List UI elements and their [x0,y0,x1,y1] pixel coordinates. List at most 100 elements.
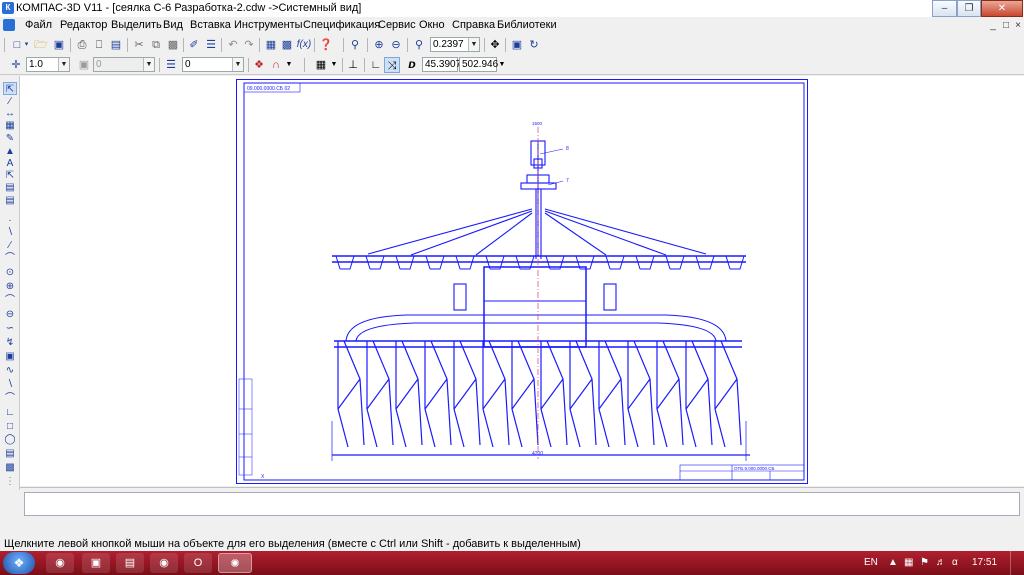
properties-icon[interactable]: ☰ [203,37,219,53]
zoom-out-icon[interactable]: ⊖ [388,37,404,53]
doc-close-button[interactable]: × [1011,19,1024,32]
document-manager-icon[interactable]: ▤ [108,37,124,53]
language-indicator[interactable]: EN [864,556,878,570]
volume-icon[interactable]: ♬ [936,556,946,570]
redo-icon[interactable]: ↷ [241,37,257,53]
report-icon[interactable]: ▤ [3,194,17,207]
refresh-icon[interactable]: ↻ [526,37,542,53]
cut-icon[interactable]: ✂ [131,37,147,53]
show-all-icon[interactable]: ▣ [509,37,525,53]
parametric-icon[interactable]: ⤨ [384,57,400,73]
fill-icon[interactable]: ▩ [3,461,17,474]
flag-icon[interactable]: ⚑ [920,556,929,570]
start-button[interactable]: ❖ [3,552,35,574]
document-icon[interactable] [3,19,15,31]
menu-window[interactable]: Окно [419,18,445,33]
doc-minimize-button[interactable]: _ [986,19,1000,32]
minimize-button[interactable]: – [932,0,957,17]
spec-icon[interactable]: ▤ [3,181,17,194]
menu-editor[interactable]: Редактор [60,18,107,33]
arc-icon[interactable]: ⌒ [3,252,17,265]
circle-icon[interactable]: ⊙ [3,266,17,279]
symbols-icon[interactable]: ▦ [3,119,17,132]
opera-icon[interactable]: O [184,553,212,573]
hatch-icon[interactable]: ▤ [3,447,17,460]
select-icon[interactable]: ⇱ [3,82,17,95]
show-desktop-button[interactable] [1010,551,1024,575]
coord-y-field[interactable]: 502.946 [459,57,498,72]
app-tray-icon[interactable]: α [952,556,958,570]
ortho-icon[interactable]: ⊥ [345,57,361,73]
open-folder-icon[interactable]: 🗁 [33,37,49,53]
edit-icon[interactable]: ✎ [3,132,17,145]
chevron-down-icon[interactable]: ▼ [232,58,243,71]
snaps-dropdown-icon[interactable]: ▼ [284,57,294,73]
menu-help[interactable]: Справка [452,18,495,33]
rectangle-icon[interactable]: ▣ [3,350,17,363]
aux-line-icon[interactable]: ∖ [3,226,17,239]
tray-expand-icon[interactable]: ▲ [888,556,898,570]
media-icon[interactable]: ◉ [150,553,178,573]
print-icon[interactable]: ⎙ [74,37,90,53]
menu-libraries[interactable]: Библиотеки [497,18,557,33]
menu-service[interactable]: Сервис [378,18,416,33]
command-line[interactable] [24,492,1020,516]
drawing-sheet[interactable]: 09.000.0000.СБ 02 1500 8 7 4200 ОТБ.9.00… [236,79,808,484]
ellipse-icon[interactable]: ⊕ [3,280,17,293]
local-cs-icon[interactable]: ✛ [8,57,24,73]
pan-icon[interactable]: ✥ [487,37,503,53]
more-tools-icon[interactable]: ⋮ [3,475,17,488]
zoom-in-icon[interactable]: ⊕ [371,37,387,53]
kompas-taskbar-icon[interactable]: ✺ [218,553,252,573]
style-field[interactable]: 1.0 ▼ [26,57,70,72]
zoom-window-icon[interactable]: ⚲ [347,37,363,53]
segment-icon[interactable]: ⁄ [3,239,17,252]
library-manager-icon[interactable]: ▦ [263,37,279,53]
network-icon[interactable]: ▦ [904,556,913,570]
magnet-icon[interactable]: ∩ [268,57,284,73]
coords-dropdown-icon[interactable]: ▼ [497,57,507,73]
menu-select[interactable]: Выделить [111,18,162,33]
grid-icon[interactable]: ▦ [313,57,329,73]
chamfer-icon[interactable]: ∖ [3,378,17,391]
bezier-icon[interactable]: ∿ [3,364,17,377]
menu-specification[interactable]: Спецификация [303,18,380,33]
snaps-icon[interactable]: ❖ [251,57,267,73]
chevron-down-icon[interactable]: ▼ [468,38,479,51]
coord-x-field[interactable]: 45.3907 [422,57,461,72]
brush-icon[interactable]: ✐ [186,37,202,53]
help-pointer-icon[interactable]: ❓ [318,37,334,53]
copy-icon[interactable]: ⧉ [148,37,164,53]
round-icon[interactable]: ∟ [368,57,384,73]
folder-icon[interactable]: ▤ [116,553,144,573]
zoom-field[interactable]: 0.2397 ▼ [430,37,480,52]
layer-field[interactable]: 0 ▼ [182,57,244,72]
fx-icon[interactable]: f(x) [296,37,312,53]
save-manager-icon[interactable]: ▣ [82,553,110,573]
clock[interactable]: 17:51 [972,556,997,570]
layers-icon[interactable]: ☰ [163,57,179,73]
print-preview-icon[interactable]: ⎕ [91,37,107,53]
menu-file[interactable]: Файл [25,18,52,33]
save-icon[interactable]: ▣ [51,37,67,53]
grid-dropdown-icon[interactable]: ▼ [329,57,339,73]
spline-icon[interactable]: ∽ [3,322,17,335]
menu-tools[interactable]: Инструменты [234,18,303,33]
close-button[interactable]: ✕ [981,0,1023,17]
undo-icon[interactable]: ↶ [225,37,241,53]
chrome-icon[interactable]: ◉ [46,553,74,573]
corner-icon[interactable]: ∟ [3,406,17,419]
ellipse-2-icon[interactable]: ⊖ [3,308,17,321]
menu-view[interactable]: Вид [163,18,183,33]
paste-icon[interactable]: ▩ [165,37,181,53]
menu-insert[interactable]: Вставка [190,18,231,33]
new-dropdown-icon[interactable]: ▾ [22,37,31,53]
polyline-icon[interactable]: ↯ [3,336,17,349]
fillet-icon[interactable]: ⌒ [3,392,17,405]
variables-icon[interactable]: ▩ [279,37,295,53]
rect-icon[interactable]: □ [3,420,17,433]
maximize-button[interactable]: ❐ [957,0,981,17]
arc-3pt-icon[interactable]: ⌒ [3,294,17,307]
zoom-scale-icon[interactable]: ⚲ [411,37,427,53]
contour-icon[interactable]: ◯ [3,433,17,446]
